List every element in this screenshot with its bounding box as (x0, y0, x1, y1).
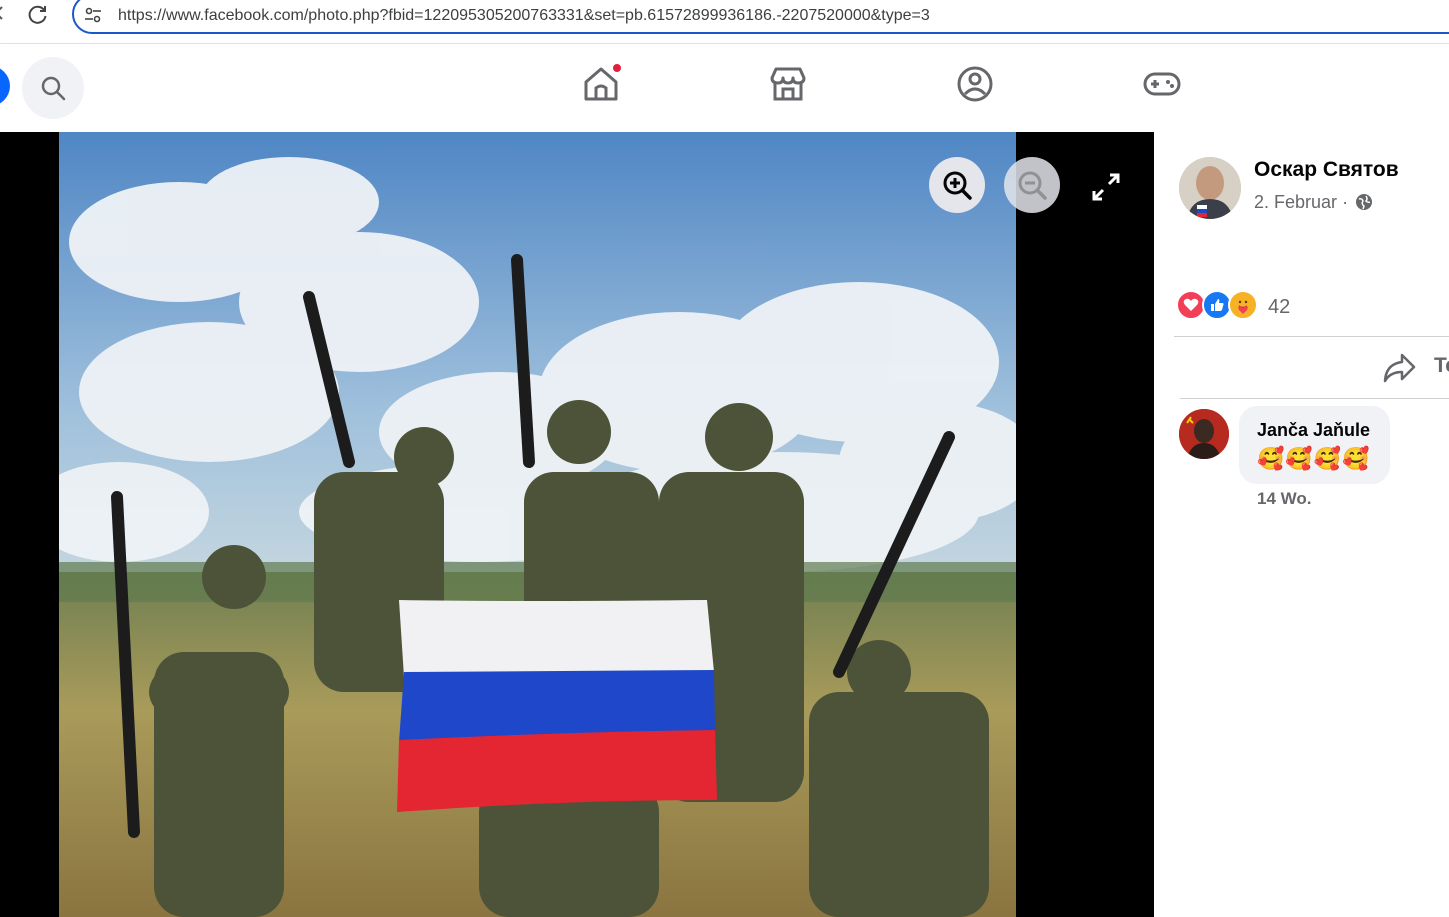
globe-icon (1356, 194, 1373, 210)
zoom-out-icon (1018, 171, 1047, 200)
groups-icon (957, 66, 993, 102)
share-label: Te (1434, 354, 1449, 377)
divider (1174, 336, 1449, 337)
comment-text: 🥰🥰🥰🥰 (1257, 446, 1371, 471)
post-photo[interactable] (59, 132, 1016, 917)
post-details-panel: Оскар Святов 2. Februar · 42 T Janča Jaň… (1154, 132, 1449, 917)
url-text: https://www.facebook.com/photo.php?fbid=… (118, 7, 930, 24)
gaming-icon (1143, 72, 1181, 96)
zoom-in-button[interactable] (929, 157, 985, 213)
date-separator: · (1342, 192, 1349, 212)
nav-gaming-button[interactable] (1142, 64, 1182, 104)
browser-address-bar: https://www.facebook.com/photo.php?fbid=… (0, 0, 1449, 44)
care-reaction-icon (1228, 290, 1258, 320)
site-settings-icon[interactable] (84, 6, 102, 24)
post-date[interactable]: 2. Februar (1254, 192, 1337, 212)
zoom-out-button[interactable] (1004, 157, 1060, 213)
nav-groups-button[interactable] (955, 64, 995, 104)
flag (397, 600, 717, 812)
back-arrow-icon[interactable] (0, 6, 4, 20)
facebook-top-nav (0, 44, 1449, 132)
url-field[interactable]: https://www.facebook.com/photo.php?fbid=… (72, 0, 1449, 34)
nav-marketplace-button[interactable] (768, 64, 808, 104)
fullscreen-icon[interactable] (1088, 169, 1124, 205)
author-avatar[interactable] (1179, 157, 1241, 219)
facebook-logo-icon[interactable] (0, 66, 10, 106)
share-icon (1383, 353, 1416, 383)
photo-image (59, 132, 1016, 917)
commenter-avatar[interactable] (1179, 409, 1229, 459)
comment-bubble: Janča Jaňule 🥰🥰🥰🥰 (1239, 406, 1390, 484)
photo-viewer (0, 132, 1154, 917)
zoom-in-icon (943, 171, 972, 200)
notification-dot (611, 62, 623, 74)
divider (1180, 398, 1449, 399)
comment-author[interactable]: Janča Jaňule (1257, 420, 1370, 441)
comment-timestamp[interactable]: 14 Wo. (1257, 489, 1311, 509)
search-button[interactable] (22, 57, 84, 119)
search-icon (41, 76, 66, 101)
reload-icon[interactable] (26, 3, 50, 27)
nav-home-button[interactable] (581, 62, 623, 104)
marketplace-icon (770, 67, 806, 101)
post-date-line: 2. Februar · (1254, 192, 1373, 213)
post-author-name[interactable]: Оскар Святов (1254, 158, 1399, 182)
reaction-count[interactable]: 42 (1268, 296, 1290, 319)
